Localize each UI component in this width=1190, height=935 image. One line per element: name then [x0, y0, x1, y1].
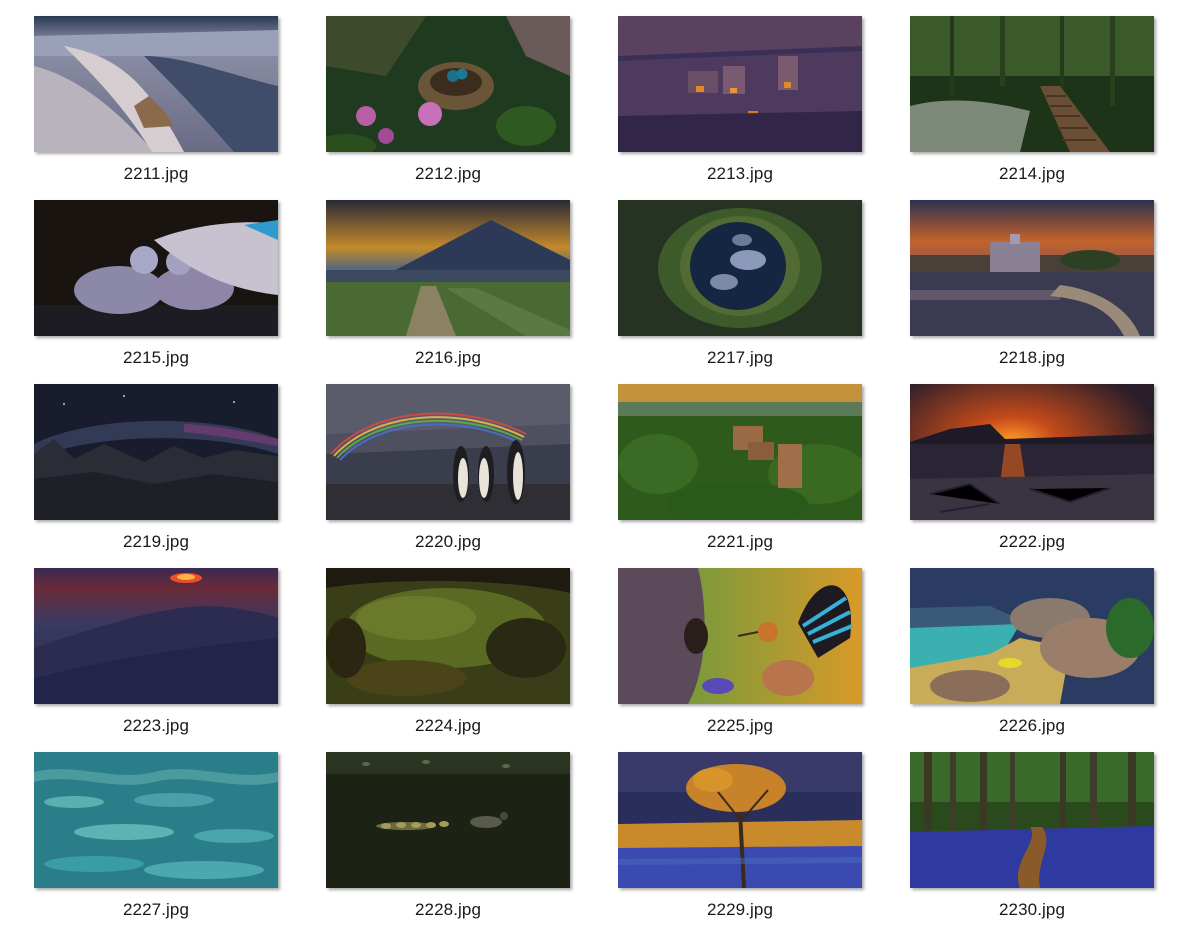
- thumbnail-image: [34, 752, 278, 888]
- file-tile-2213[interactable]: 2213.jpg: [618, 16, 864, 186]
- thumbnail-image: [326, 200, 570, 336]
- thumbnail-image: [910, 752, 1154, 888]
- thumbnail-image: [326, 752, 570, 888]
- thumbnail-image: [326, 16, 570, 152]
- file-tile-2219[interactable]: 2219.jpg: [34, 384, 280, 554]
- file-name-label: 2211.jpg: [123, 164, 189, 183]
- file-name-label: 2220.jpg: [414, 532, 482, 551]
- file-name-label: 2230.jpg: [998, 900, 1066, 919]
- file-name-label: 2212.jpg: [414, 164, 482, 183]
- thumbnail-image: [618, 16, 862, 152]
- file-name-label: 2226.jpg: [998, 716, 1066, 735]
- thumbnail-image: [618, 200, 862, 336]
- file-name-label: 2213.jpg: [706, 164, 774, 183]
- file-tile-2230[interactable]: 2230.jpg: [910, 752, 1156, 922]
- thumbnail-image: [618, 752, 862, 888]
- file-name-label: 2229.jpg: [706, 900, 774, 919]
- file-name-label: 2222.jpg: [998, 532, 1066, 551]
- file-tile-2227[interactable]: 2227.jpg: [34, 752, 280, 922]
- file-tile-2222[interactable]: 2222.jpg: [910, 384, 1156, 554]
- file-tile-2223[interactable]: 2223.jpg: [34, 568, 280, 738]
- file-tile-2215[interactable]: 2215.jpg: [34, 200, 280, 370]
- file-tile-2220[interactable]: 2220.jpg: [326, 384, 572, 554]
- thumbnail-image: [326, 568, 570, 704]
- file-name-label: 2217.jpg: [706, 348, 774, 367]
- thumbnail-image: [618, 568, 862, 704]
- file-tile-2224[interactable]: 2224.jpg: [326, 568, 572, 738]
- file-name-label: 2225.jpg: [706, 716, 774, 735]
- file-tile-2228[interactable]: 2228.jpg: [326, 752, 572, 922]
- thumbnail-image: [618, 384, 862, 520]
- thumbnail-image: [910, 16, 1154, 152]
- file-name-label: 2215.jpg: [122, 348, 190, 367]
- file-name-label: 2219.jpg: [122, 532, 190, 551]
- thumbnail-image: [34, 384, 278, 520]
- file-tile-2217[interactable]: 2217.jpg: [618, 200, 864, 370]
- file-tile-2229[interactable]: 2229.jpg: [618, 752, 864, 922]
- file-tile-2211[interactable]: 2211.jpg: [34, 16, 280, 186]
- file-tile-2218[interactable]: 2218.jpg: [910, 200, 1156, 370]
- thumbnail-image: [910, 568, 1154, 704]
- file-name-label: 2221.jpg: [706, 532, 774, 551]
- file-tile-2216[interactable]: 2216.jpg: [326, 200, 572, 370]
- thumbnail-image: [910, 384, 1154, 520]
- thumbnail-image: [910, 200, 1154, 336]
- file-name-label: 2218.jpg: [998, 348, 1066, 367]
- thumbnail-image: [34, 568, 278, 704]
- file-tile-2226[interactable]: 2226.jpg: [910, 568, 1156, 738]
- file-tile-2225[interactable]: 2225.jpg: [618, 568, 864, 738]
- file-name-label: 2216.jpg: [414, 348, 482, 367]
- thumbnail-image: [326, 384, 570, 520]
- file-tile-2214[interactable]: 2214.jpg: [910, 16, 1156, 186]
- file-name-label: 2224.jpg: [414, 716, 482, 735]
- file-name-label: 2223.jpg: [122, 716, 190, 735]
- file-name-label: 2228.jpg: [414, 900, 482, 919]
- file-tile-2212[interactable]: 2212.jpg: [326, 16, 572, 186]
- file-name-label: 2227.jpg: [122, 900, 190, 919]
- thumbnail-image: [34, 16, 278, 152]
- thumbnail-image: [34, 200, 278, 336]
- file-name-label: 2214.jpg: [998, 164, 1066, 183]
- file-thumbnail-grid: 2211.jpg 2212.jpg 2213.jpg 2214.jpg 2215…: [0, 0, 1190, 935]
- file-tile-2221[interactable]: 2221.jpg: [618, 384, 864, 554]
